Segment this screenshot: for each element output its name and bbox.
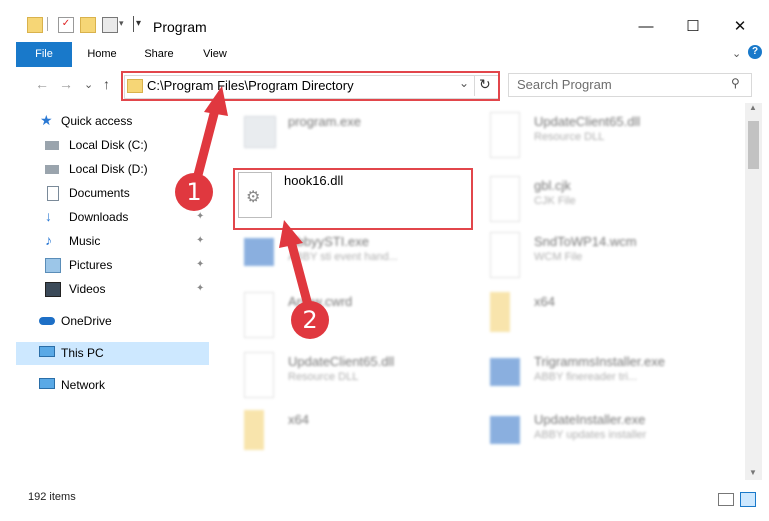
arrow-2 [287, 240, 313, 310]
annotation-arrows [193, 86, 313, 310]
arrow-1-head [204, 86, 228, 116]
annotation-badge-1: 1 [175, 173, 213, 211]
arrow-2-head [279, 220, 303, 248]
arrow-1 [193, 105, 220, 180]
annotation-badge-2: 2 [291, 301, 329, 339]
